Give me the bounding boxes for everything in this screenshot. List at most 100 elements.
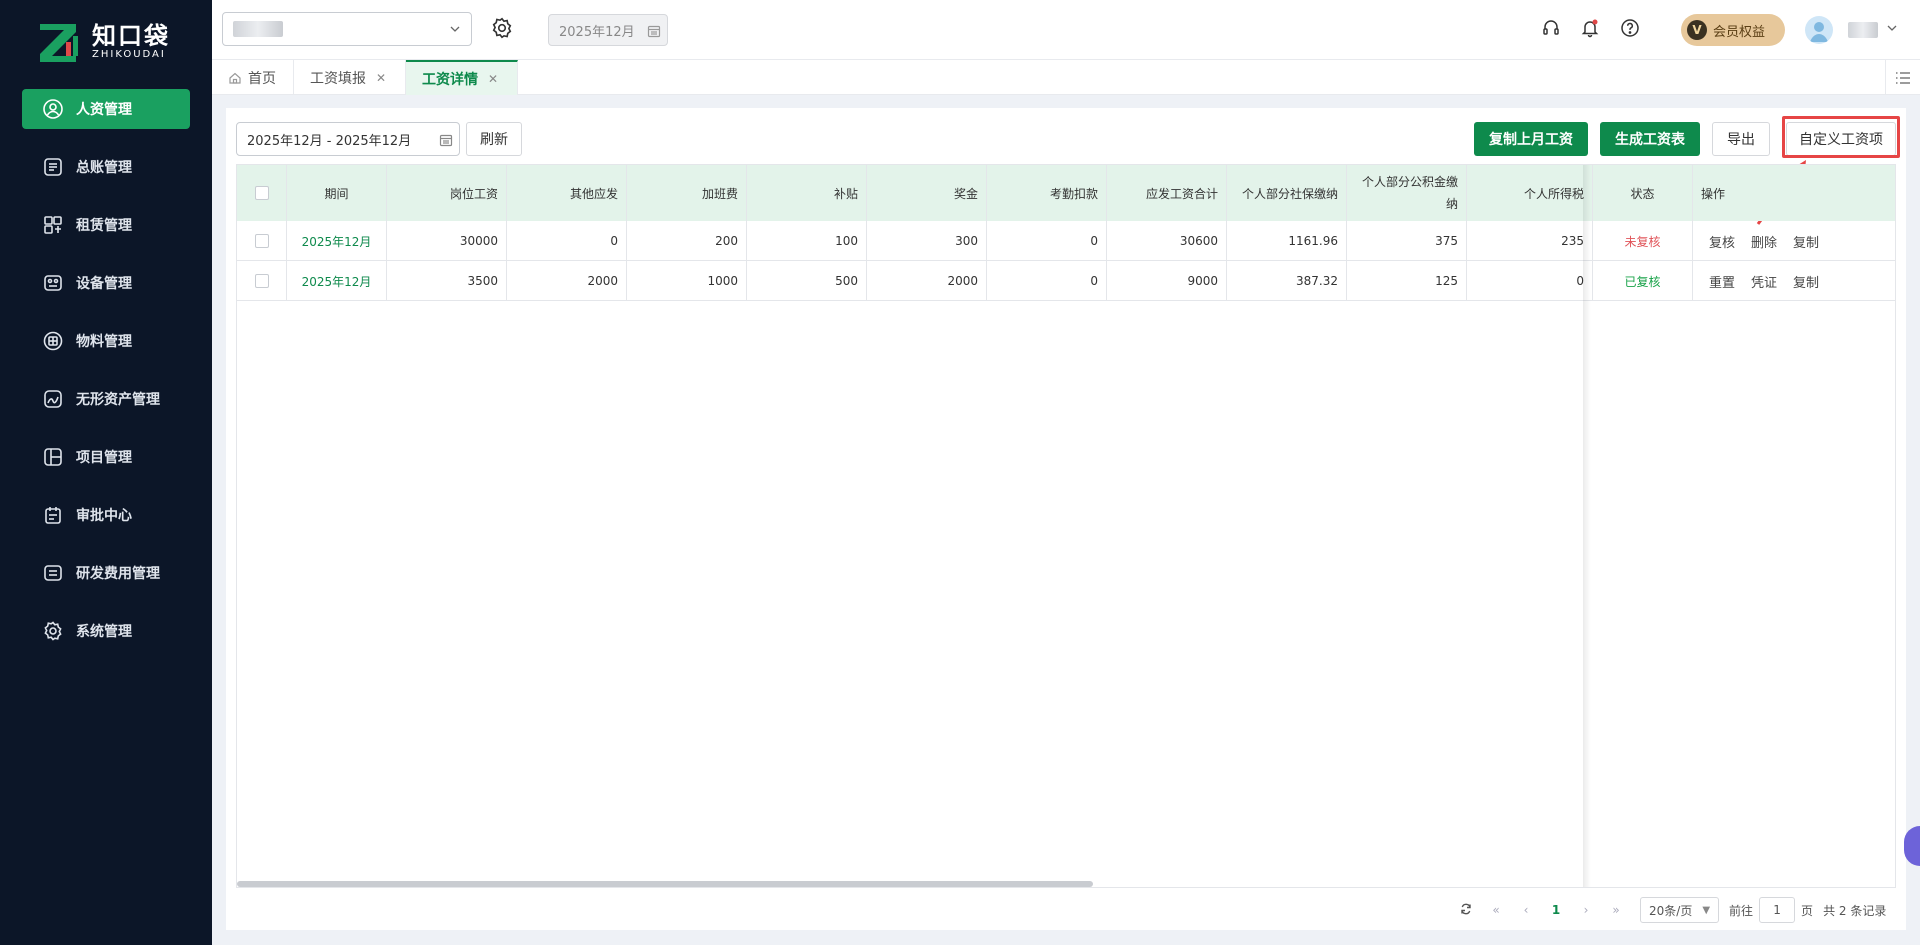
- user-circle-icon: [42, 98, 64, 120]
- select-all-checkbox[interactable]: [254, 186, 269, 200]
- logo[interactable]: 知口袋 ZHIKOUDAI: [36, 18, 186, 66]
- goto-page-input[interactable]: 1: [1759, 897, 1796, 923]
- prev-page-icon[interactable]: ‹: [1516, 903, 1536, 917]
- cell-fund: 125: [1347, 261, 1467, 301]
- tab-salary-entry[interactable]: 工资填报 ✕: [294, 60, 406, 95]
- col-status: 状态: [1593, 165, 1693, 221]
- horizontal-scrollbar[interactable]: [237, 881, 1093, 887]
- col-fund: 个人部分公积金缴纳: [1347, 165, 1467, 221]
- cell-total: 30600: [1107, 221, 1227, 261]
- project-icon: [42, 446, 64, 468]
- tab-label: 工资填报: [310, 70, 366, 87]
- chevron-down-icon: [449, 23, 461, 39]
- logo-en: ZHIKOUDAI: [92, 49, 166, 60]
- user-name-blurred[interactable]: [1848, 22, 1878, 38]
- headset-icon[interactable]: [1541, 18, 1563, 40]
- sidebar-item-label: 人资管理: [76, 102, 132, 118]
- chat-support-icon[interactable]: [1904, 826, 1920, 866]
- cell-period[interactable]: 2025年12月: [287, 221, 387, 261]
- cell-overtime: 1000: [627, 261, 747, 301]
- sidebar-item-hr[interactable]: 人资管理: [22, 89, 190, 129]
- sidebar-item-label: 研发费用管理: [76, 566, 160, 582]
- generate-sheet-button[interactable]: 生成工资表: [1600, 122, 1700, 156]
- sidebar-item-device[interactable]: 设备管理: [22, 263, 190, 303]
- cell-attendance: 0: [987, 261, 1107, 301]
- chevron-down-icon[interactable]: [1886, 22, 1898, 38]
- bell-icon[interactable]: [1580, 18, 1602, 40]
- delete-button[interactable]: 删除: [1751, 232, 1777, 251]
- avatar[interactable]: [1805, 16, 1833, 44]
- material-icon: [42, 330, 64, 352]
- cell-ops: 复核 删除 复制: [1693, 221, 1895, 261]
- col-overtime: 加班费: [627, 165, 747, 221]
- col-post-salary: 岗位工资: [387, 165, 507, 221]
- logo-text: 知口袋 ZHIKOUDAI: [92, 23, 170, 61]
- cell-overtime: 200: [627, 221, 747, 261]
- sidebar-item-lease[interactable]: 租赁管理: [22, 205, 190, 245]
- sidebar-item-material[interactable]: 物料管理: [22, 321, 190, 361]
- first-page-icon[interactable]: «: [1486, 903, 1506, 917]
- cell-tax: 0: [1467, 261, 1593, 301]
- sidebar-item-rd-expense[interactable]: 研发费用管理: [22, 553, 190, 593]
- sidebar-item-label: 总账管理: [76, 160, 132, 176]
- sidebar-item-label: 无形资产管理: [76, 392, 160, 408]
- tab-salary-detail[interactable]: 工资详情 ✕: [406, 60, 518, 95]
- sidebar-item-label: 租赁管理: [76, 218, 132, 234]
- sidebar-item-intangible[interactable]: 无形资产管理: [22, 379, 190, 419]
- col-subsidy: 补贴: [747, 165, 867, 221]
- col-tax: 个人所得税: [1467, 165, 1593, 221]
- cell-bonus: 300: [867, 221, 987, 261]
- tab-label: 工资详情: [422, 71, 478, 88]
- refresh-button[interactable]: 刷新: [466, 122, 522, 156]
- table-row: 2025年12月 30000 0 200 100 300 0 30600 116…: [237, 221, 1895, 261]
- tabs-menu-icon[interactable]: [1885, 60, 1920, 95]
- top-header: 2025年12月 V 会员权益: [212, 0, 1920, 60]
- sidebar: 知口袋 ZHIKOUDAI 人资管理 总账管理 租赁管理 设备管理 物料管理 无…: [0, 0, 212, 945]
- sidebar-item-label: 物料管理: [76, 334, 132, 350]
- sidebar-item-approval[interactable]: 审批中心: [22, 495, 190, 535]
- row-checkbox[interactable]: [254, 274, 269, 288]
- export-button[interactable]: 导出: [1712, 122, 1770, 156]
- date-range-picker[interactable]: 2025年12月 - 2025年12月: [236, 122, 460, 156]
- last-page-icon[interactable]: »: [1606, 903, 1626, 917]
- sidebar-menu: 人资管理 总账管理 租赁管理 设备管理 物料管理 无形资产管理 项目管理 审批中…: [0, 89, 212, 669]
- sidebar-item-label: 审批中心: [76, 508, 132, 524]
- approval-icon: [42, 504, 64, 526]
- close-icon[interactable]: ✕: [376, 71, 386, 85]
- vip-benefits-button[interactable]: V 会员权益: [1681, 14, 1785, 46]
- next-page-icon[interactable]: ›: [1576, 903, 1596, 917]
- tab-home[interactable]: 首页: [212, 60, 294, 95]
- review-button[interactable]: 复核: [1709, 232, 1735, 251]
- period-text: 2025年12月: [559, 24, 635, 40]
- copy-button[interactable]: 复制: [1793, 272, 1819, 291]
- intangible-asset-icon: [42, 388, 64, 410]
- settings-gear-icon[interactable]: [490, 16, 516, 42]
- calendar-icon: [647, 24, 661, 42]
- close-icon[interactable]: ✕: [488, 72, 498, 86]
- sidebar-item-system[interactable]: 系统管理: [22, 611, 190, 651]
- col-social: 个人部分社保缴纳: [1227, 165, 1347, 221]
- cell-period[interactable]: 2025年12月: [287, 261, 387, 301]
- cell-subsidy: 100: [747, 221, 867, 261]
- help-icon[interactable]: [1620, 18, 1642, 40]
- sidebar-item-project[interactable]: 项目管理: [22, 437, 190, 477]
- total-records: 共 2 条记录: [1823, 903, 1887, 918]
- date-range-text: 2025年12月 - 2025年12月: [247, 133, 412, 149]
- copy-button[interactable]: 复制: [1793, 232, 1819, 251]
- period-display[interactable]: 2025年12月: [548, 14, 668, 46]
- cell-ops: 重置 凭证 复制: [1693, 261, 1895, 301]
- copy-last-month-button[interactable]: 复制上月工资: [1474, 122, 1588, 156]
- sidebar-item-label: 项目管理: [76, 450, 132, 466]
- voucher-button[interactable]: 凭证: [1751, 272, 1777, 291]
- current-page[interactable]: 1: [1546, 903, 1566, 917]
- row-checkbox[interactable]: [254, 234, 269, 248]
- refresh-icon[interactable]: [1456, 903, 1476, 918]
- reset-button[interactable]: 重置: [1709, 272, 1735, 291]
- col-total: 应发工资合计: [1107, 165, 1227, 221]
- sidebar-item-ledger[interactable]: 总账管理: [22, 147, 190, 187]
- company-select[interactable]: [222, 12, 472, 46]
- salary-table: 期间 岗位工资 其他应发 加班费 补贴 奖金 考勤扣款 应发工资合计 个人部分社…: [236, 164, 1896, 888]
- gear-icon: [42, 620, 64, 642]
- cell-other: 2000: [507, 261, 627, 301]
- page-size-select[interactable]: 20条/页 ▼: [1640, 897, 1720, 923]
